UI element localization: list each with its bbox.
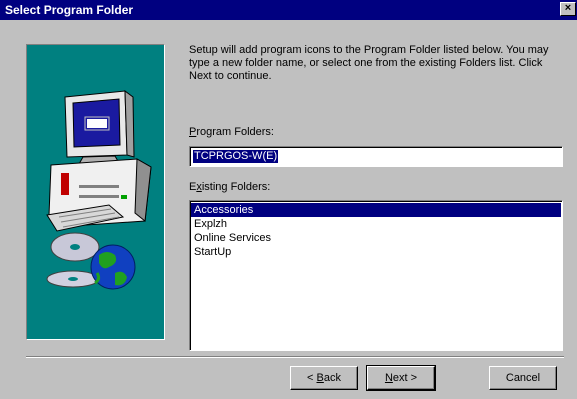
close-icon: × [564, 2, 572, 14]
back-rest: ack [323, 372, 341, 384]
existing-folders-label: Existing Folders: [189, 181, 270, 193]
program-folders-label-rest: rogram Folders: [196, 126, 274, 138]
close-button[interactable]: × [560, 2, 576, 16]
existing-folders-label-rest: isting Folders: [201, 181, 271, 193]
setup-dialog: Select Program Folder × Setup will add p… [0, 0, 577, 399]
program-folders-label: Program Folders: [189, 126, 274, 138]
list-item[interactable]: Accessories [191, 203, 561, 217]
program-folder-input[interactable]: TCPRGOS-W(E) [189, 146, 563, 167]
program-folder-value: TCPRGOS-W(E) [193, 150, 279, 163]
cancel-label: Cancel [505, 372, 541, 384]
computer-illustration-icon [46, 89, 152, 290]
list-item[interactable]: Explzh [191, 217, 561, 231]
next-button[interactable]: Next > [366, 365, 436, 391]
existing-folders-list[interactable]: Accessories Explzh Online Services StartUp [189, 200, 563, 351]
intro-text: Setup will add program icons to the Prog… [189, 44, 549, 82]
list-item[interactable]: StartUp [191, 245, 561, 259]
setup-illustration [26, 44, 165, 340]
separator [26, 356, 564, 358]
cancel-button[interactable]: Cancel [489, 366, 557, 390]
folder-items: Accessories Explzh Online Services StartUp [191, 203, 561, 259]
list-item[interactable]: Online Services [191, 231, 561, 245]
next-accel: N [384, 372, 393, 384]
back-accel: B [316, 372, 324, 384]
title-bar: Select Program Folder × [0, 0, 577, 20]
next-rest: ext > [392, 372, 418, 384]
window-title: Select Program Folder [5, 3, 134, 17]
back-button[interactable]: < Back [290, 366, 358, 390]
back-prefix: < [307, 372, 317, 384]
